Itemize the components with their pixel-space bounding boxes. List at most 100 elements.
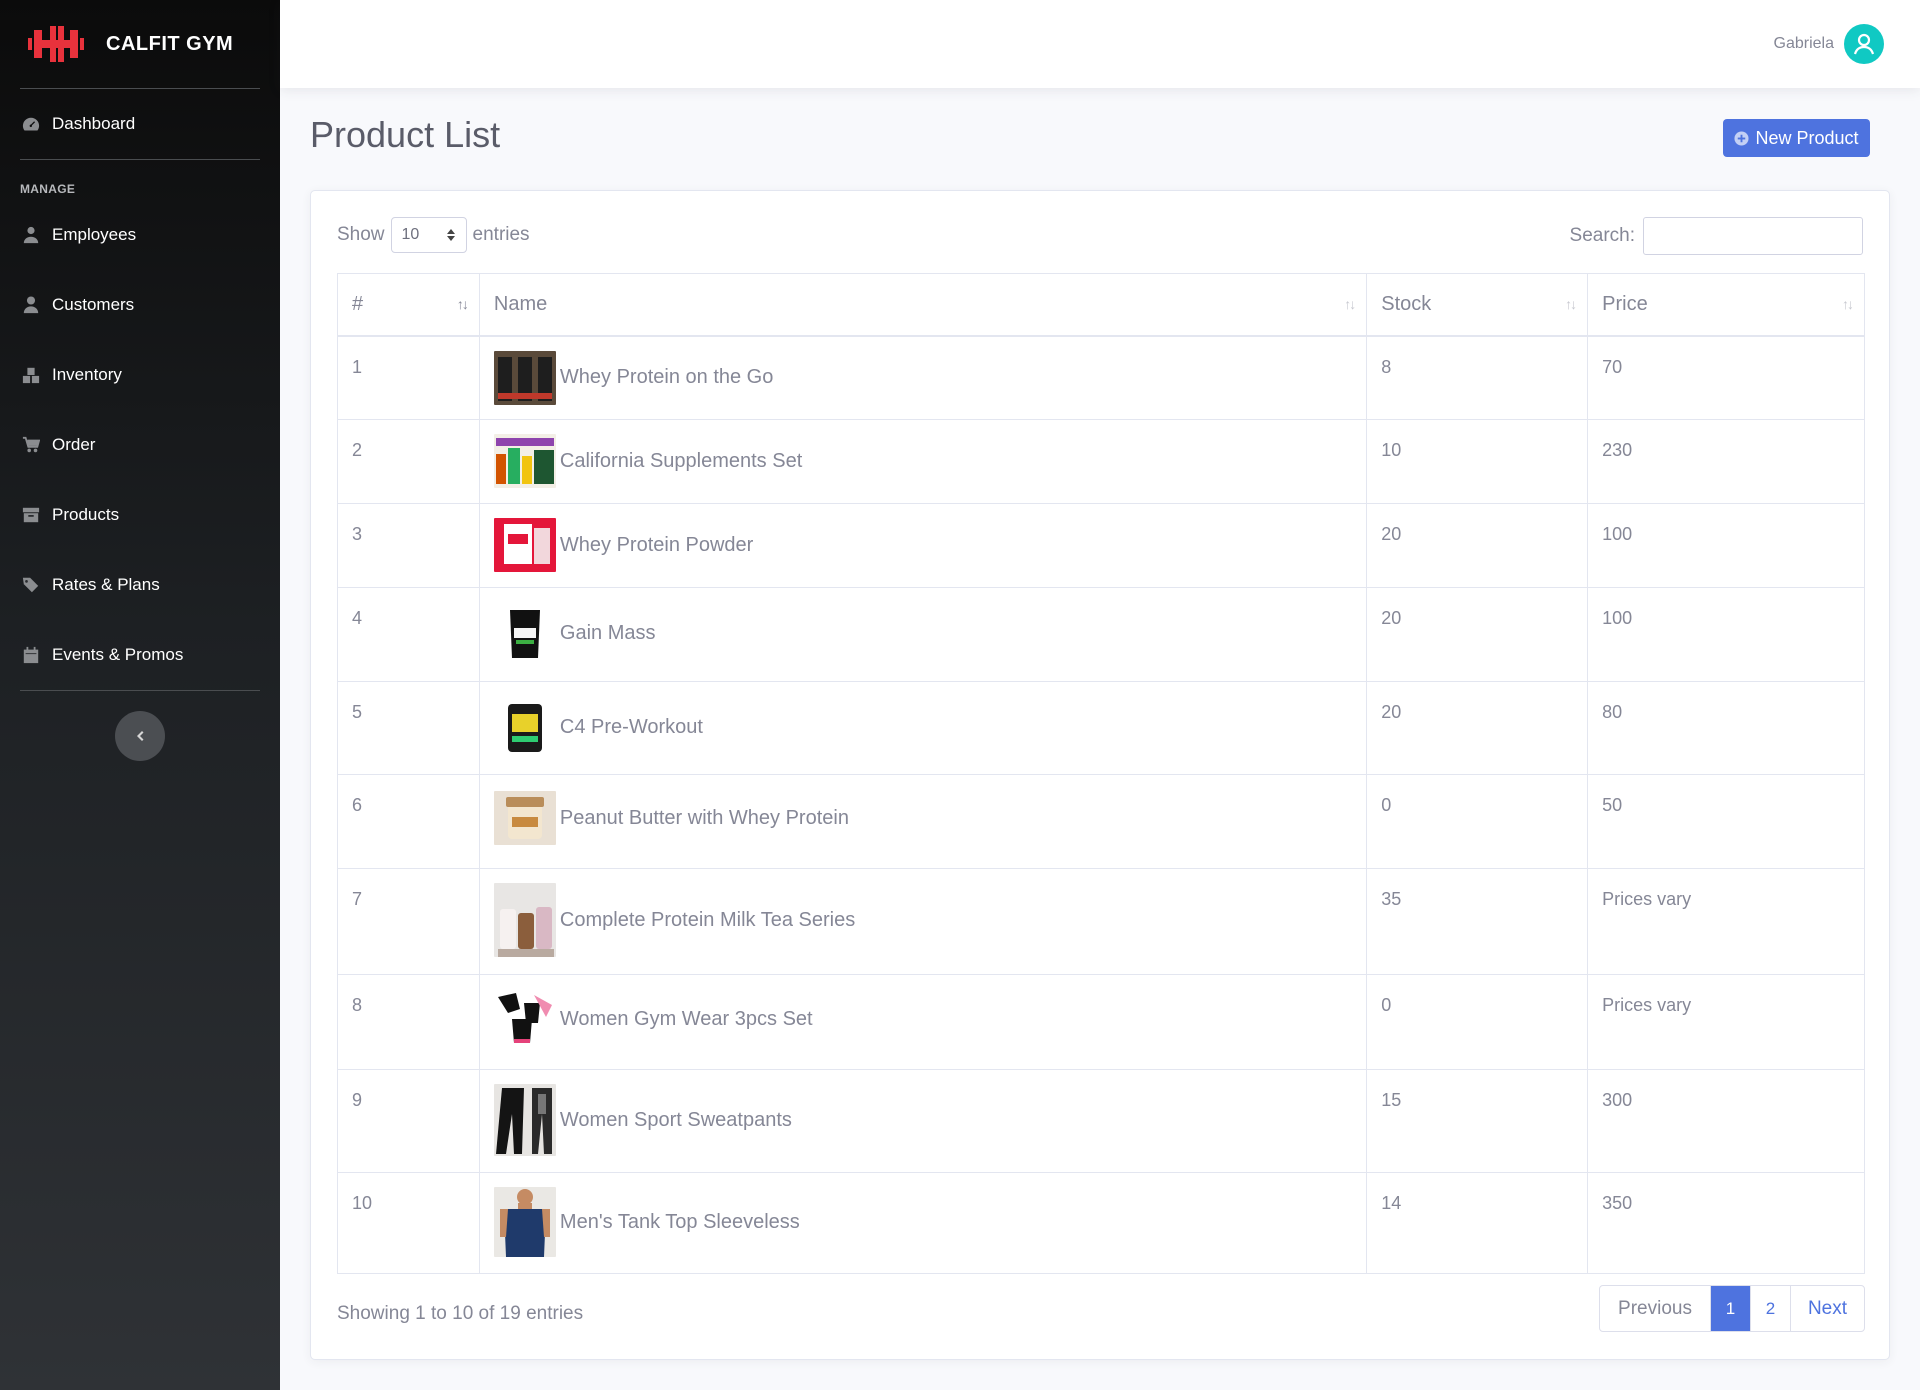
tachometer-icon [20, 115, 42, 133]
user-icon [20, 296, 42, 314]
sidebar: CALFIT GYM Dashboard MANAGE Employees Cu… [0, 0, 280, 1390]
product-image [493, 434, 556, 488]
row-number: 5 [337, 681, 480, 775]
stock-cell: 20 [1366, 503, 1589, 588]
price-cell: Prices vary [1587, 974, 1865, 1070]
product-name[interactable]: Women Gym Wear 3pcs Set [560, 1008, 813, 1031]
product-name[interactable]: Men's Tank Top Sleeveless [560, 1211, 800, 1234]
stock-cell: 10 [1366, 419, 1589, 504]
product-name[interactable]: Gain Mass [560, 622, 656, 645]
row-number: 9 [337, 1069, 480, 1173]
sidebar-item-rates-plans[interactable]: Rates & Plans [0, 550, 280, 620]
column-header-price[interactable]: Price ↑↓ [1587, 273, 1865, 337]
row-number: 10 [337, 1172, 480, 1274]
sidebar-item-employees[interactable]: Employees [0, 200, 280, 270]
stock-cell: 0 [1366, 974, 1589, 1070]
stock-cell: 15 [1366, 1069, 1589, 1173]
table-row[interactable]: 10 Men's Tank Top Sleeveless 14 350 [337, 1172, 1865, 1274]
page-button-1[interactable]: 1 [1710, 1286, 1750, 1331]
table-row[interactable]: 1 Whey Protein on the Go 8 70 [337, 335, 1865, 420]
product-table-card: Show 10 entries Search: # ↑↓ Name ↑↓ Sto… [310, 190, 1890, 1360]
row-number: 7 [337, 868, 480, 975]
new-product-button[interactable]: New Product [1723, 119, 1870, 157]
row-number: 6 [337, 774, 480, 869]
product-image [493, 518, 556, 572]
product-name[interactable]: Complete Protein Milk Tea Series [560, 909, 855, 932]
stock-cell: 20 [1366, 587, 1589, 682]
table-row[interactable]: 3 Whey Protein Powder 20 100 [337, 503, 1865, 588]
product-image [493, 1084, 556, 1156]
product-name[interactable]: California Supplements Set [560, 450, 802, 473]
new-product-label: New Product [1755, 127, 1859, 148]
stock-cell: 8 [1366, 335, 1589, 420]
sidebar-heading: MANAGE [20, 182, 76, 196]
sort-icon: ↑↓ [456, 296, 469, 312]
avatar[interactable] [1844, 24, 1884, 64]
dumbbell-logo-icon [28, 26, 84, 62]
sidebar-item-products[interactable]: Products [0, 480, 280, 550]
sidebar-item-events-promos[interactable]: Events & Promos [0, 620, 280, 690]
sort-icon: ↑↓ [1842, 296, 1854, 312]
pagination: Previous 1 2 Next [1599, 1285, 1865, 1332]
sidebar-item-inventory[interactable]: Inventory [0, 340, 280, 410]
stock-cell: 14 [1366, 1172, 1589, 1274]
price-cell: 230 [1587, 419, 1865, 504]
price-cell: 350 [1587, 1172, 1865, 1274]
next-page-button[interactable]: Next [1790, 1286, 1864, 1331]
product-name[interactable]: C4 Pre-Workout [560, 716, 703, 739]
table-row[interactable]: 2 California Supplements Set 10 230 [337, 419, 1865, 504]
search-input[interactable] [1643, 217, 1863, 255]
price-cell: 70 [1587, 335, 1865, 420]
column-header-stock[interactable]: Stock ↑↓ [1366, 273, 1589, 337]
table-row[interactable]: 8 Women Gym Wear 3pcs Set 0 Prices vary [337, 974, 1865, 1070]
chevron-left-icon [137, 731, 144, 741]
sidebar-item-dashboard[interactable]: Dashboard [0, 89, 280, 159]
sidebar-item-order[interactable]: Order [0, 410, 280, 480]
entries-value: 10 [401, 226, 420, 243]
sidebar-item-label: Order [52, 435, 96, 454]
table-row[interactable]: 4 Gain Mass 20 100 [337, 587, 1865, 682]
price-cell: 100 [1587, 587, 1865, 682]
sidebar-item-customers[interactable]: Customers [0, 270, 280, 340]
boxes-icon [20, 366, 42, 384]
table-row[interactable]: 9 Women Sport Sweatpants 15 300 [337, 1069, 1865, 1173]
user-circle-icon [1853, 33, 1875, 55]
row-number: 4 [337, 587, 480, 682]
sort-icon: ↑↓ [1565, 296, 1577, 312]
sidebar-item-label: Events & Promos [52, 645, 184, 664]
table-header-row: # ↑↓ Name ↑↓ Stock ↑↓ Price ↑↓ [337, 273, 1865, 337]
user-tie-icon [20, 226, 42, 244]
previous-page-button[interactable]: Previous [1600, 1286, 1710, 1331]
user-name[interactable]: Gabriela [1774, 35, 1834, 53]
sort-icon: ↑↓ [1344, 296, 1356, 312]
sidebar-toggle-button[interactable] [115, 711, 165, 761]
search-label: Search: [1569, 225, 1635, 246]
table-row[interactable]: 7 Complete Protein Milk Tea Series 35 Pr… [337, 868, 1865, 975]
product-image [493, 350, 556, 405]
sidebar-item-label: Products [52, 505, 120, 524]
sidebar-item-label: Customers [52, 295, 135, 314]
table-row[interactable]: 6 Peanut Butter with Whey Protein 0 50 [337, 774, 1865, 869]
product-image [493, 791, 556, 845]
brand[interactable]: CALFIT GYM [0, 0, 280, 88]
tags-icon [20, 576, 42, 594]
table-row[interactable]: 5 C4 Pre-Workout 20 80 [337, 681, 1865, 775]
row-number: 8 [337, 974, 480, 1070]
product-name[interactable]: Women Sport Sweatpants [560, 1109, 792, 1132]
sort-arrows-icon [446, 229, 455, 241]
product-name[interactable]: Whey Protein on the Go [560, 366, 773, 389]
column-header-name[interactable]: Name ↑↓ [478, 273, 1368, 337]
entries-select[interactable]: 10 [390, 217, 467, 253]
product-name[interactable]: Whey Protein Powder [560, 534, 753, 557]
show-label: Show [337, 224, 385, 245]
price-cell: 100 [1587, 503, 1865, 588]
page-button-2[interactable]: 2 [1750, 1286, 1790, 1331]
column-header-number[interactable]: # ↑↓ [337, 273, 480, 337]
product-image [493, 989, 556, 1049]
stock-cell: 35 [1366, 868, 1589, 975]
product-name[interactable]: Peanut Butter with Whey Protein [560, 807, 849, 830]
plus-circle-icon [1734, 130, 1749, 146]
sidebar-item-label: Employees [52, 225, 137, 244]
calendar-icon [20, 646, 42, 664]
sidebar-item-label: Rates & Plans [52, 575, 160, 594]
